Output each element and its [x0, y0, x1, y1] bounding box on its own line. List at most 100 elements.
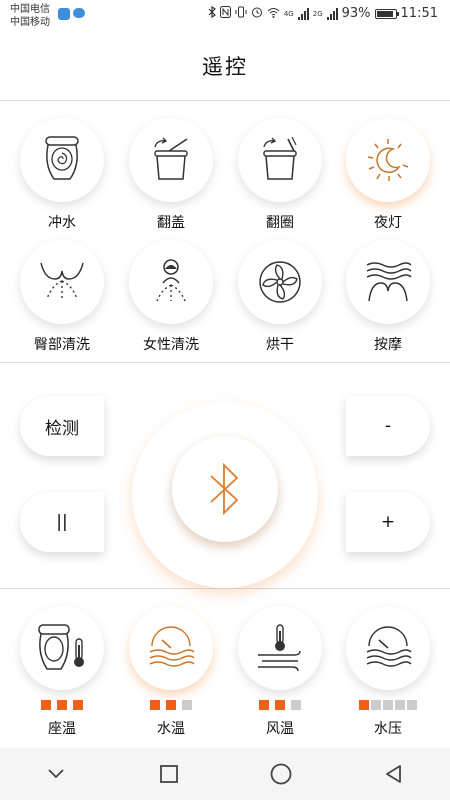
network-type-1: 4G: [283, 9, 294, 18]
flush-circle[interactable]: [20, 118, 104, 202]
water-temp-label: 水温: [157, 721, 185, 737]
lid-flip-button[interactable]: 翻盖: [121, 118, 221, 232]
air-temp-control[interactable]: 风温: [230, 606, 330, 738]
triangle-back-icon: [385, 765, 401, 783]
water-pressure-label: 水压: [374, 721, 402, 737]
rear-wash-button[interactable]: 臀部清洗: [12, 240, 112, 354]
level-on: [275, 700, 285, 710]
level-on: [166, 700, 176, 710]
bluetooth-ring: [132, 402, 318, 588]
seat-flip-label: 翻圈: [266, 215, 294, 231]
night-light-button[interactable]: 夜灯: [338, 118, 438, 232]
bluetooth-status-icon: [208, 5, 216, 21]
air-temp-icon: [258, 624, 301, 672]
flush-icon: [45, 136, 79, 180]
level-off: [395, 700, 405, 710]
control-panel: 检测 || - +: [0, 362, 450, 589]
level-on: [41, 700, 51, 710]
nav-recent-button[interactable]: [139, 754, 199, 794]
level-off: [291, 700, 301, 710]
system-nav-bar: [0, 748, 450, 800]
page-title: 遥控: [202, 55, 248, 79]
bluetooth-icon: [210, 462, 239, 516]
level-on: [259, 700, 269, 710]
minus-button[interactable]: -: [346, 396, 430, 456]
massage-icon: [366, 262, 412, 302]
level-off: [407, 700, 417, 710]
feminine-wash-label: 女性清洗: [143, 337, 199, 353]
massage-circle[interactable]: [346, 240, 430, 324]
level-on: [359, 700, 369, 710]
square-icon: [159, 765, 178, 783]
lid-flip-label: 翻盖: [157, 215, 185, 231]
feminine-wash-circle[interactable]: [129, 240, 213, 324]
signal-2-icon: [326, 7, 338, 20]
seat-temp-label: 座温: [48, 721, 76, 737]
rear-wash-circle[interactable]: [20, 240, 104, 324]
plus-button[interactable]: +: [346, 492, 430, 552]
feminine-wash-button[interactable]: 女性清洗: [121, 240, 221, 354]
nfc-icon: [219, 6, 231, 21]
status-bar: 中国电信 中国移动 4G 2G 93% 11:51: [0, 0, 450, 32]
rear-wash-label: 臀部清洗: [34, 337, 90, 353]
water-temp-control[interactable]: 水温: [121, 606, 221, 738]
carrier-info: 中国电信 中国移动: [10, 3, 50, 29]
air-temp-levels: [230, 700, 330, 710]
water-pressure-levels: [338, 700, 438, 710]
water-pressure-icon: [366, 626, 412, 667]
level-off: [371, 700, 381, 710]
flush-button[interactable]: 冲水: [12, 118, 112, 232]
seat-temp-circle[interactable]: [20, 606, 104, 690]
nav-home-button[interactable]: [251, 754, 311, 794]
circle-icon: [270, 763, 292, 785]
seat-flip-button[interactable]: 翻圈: [230, 118, 330, 232]
water-temp-icon: [149, 626, 195, 667]
water-pressure-control[interactable]: 水压: [338, 606, 438, 738]
bluetooth-button[interactable]: [172, 436, 278, 542]
feminine-wash-icon: [156, 259, 186, 302]
rear-wash-icon: [40, 262, 84, 300]
nav-hide-button[interactable]: [26, 754, 86, 794]
level-off: [383, 700, 393, 710]
seat-flip-icon: [263, 136, 297, 180]
fan-dry-label: 烘干: [266, 337, 294, 353]
vibrate-icon: [235, 6, 247, 21]
pause-button[interactable]: ||: [20, 492, 104, 552]
air-temp-circle[interactable]: [238, 606, 322, 690]
temperature-panel: 座温 水温 风温 水压: [0, 588, 450, 748]
water-temp-circle[interactable]: [129, 606, 213, 690]
status-right: 4G 2G 93% 11:51: [208, 5, 438, 21]
level-on: [73, 700, 83, 710]
fan-dry-button[interactable]: 烘干: [230, 240, 330, 354]
nav-back-button[interactable]: [364, 754, 424, 794]
wifi-icon: [267, 7, 280, 21]
signal-1-icon: [297, 7, 309, 20]
title-bar: 遥控: [0, 32, 450, 101]
seat-flip-circle[interactable]: [238, 118, 322, 202]
chevron-down-icon: [48, 769, 64, 779]
air-temp-label: 风温: [266, 721, 294, 737]
level-off: [182, 700, 192, 710]
battery-percent: 93%: [341, 6, 371, 21]
lid-flip-circle[interactable]: [129, 118, 213, 202]
massage-button[interactable]: 按摩: [338, 240, 438, 354]
carrier-2: 中国移动: [10, 17, 50, 28]
clock: 11:51: [400, 6, 438, 21]
battery-icon: [374, 8, 399, 19]
carrier-1: 中国电信: [10, 4, 50, 15]
fan-dry-icon: [259, 261, 301, 303]
water-pressure-circle[interactable]: [346, 606, 430, 690]
alarm-icon: [251, 6, 263, 21]
flush-label: 冲水: [48, 215, 76, 231]
water-temp-levels: [121, 700, 221, 710]
night-light-circle[interactable]: [346, 118, 430, 202]
seat-temp-icon: [38, 624, 84, 670]
app-notification-icon: [58, 8, 70, 20]
night-light-label: 夜灯: [374, 215, 402, 231]
night-light-icon: [367, 139, 409, 181]
fan-dry-circle[interactable]: [238, 240, 322, 324]
seat-temp-levels: [12, 700, 112, 710]
detect-button[interactable]: 检测: [20, 396, 104, 456]
seat-temp-control[interactable]: 座温: [12, 606, 112, 738]
lid-flip-icon: [154, 137, 188, 180]
